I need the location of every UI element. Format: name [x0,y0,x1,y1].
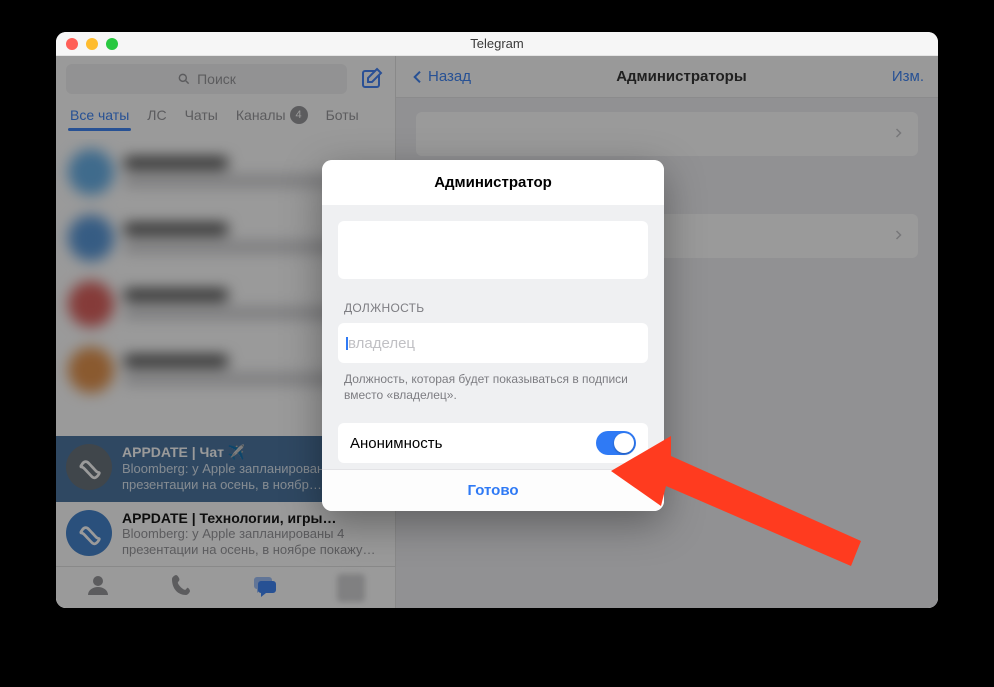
close-window-button[interactable] [66,38,78,50]
modal-title: Администратор [322,160,664,205]
anonymity-toggle[interactable] [596,431,636,455]
admin-modal: Администратор ДОЛЖНОСТЬ владелец Должнос… [322,160,664,511]
fullscreen-window-button[interactable] [106,38,118,50]
done-button[interactable]: Готово [322,469,664,511]
app-window: Telegram Поиск Все чаты ЛС Чаты Каналы 4 [56,32,938,608]
anonymity-label: Анонимность [350,435,442,452]
minimize-window-button[interactable] [86,38,98,50]
window-controls [66,38,118,50]
rank-input[interactable]: владелец [338,323,648,363]
window-title: Telegram [56,36,938,51]
anonymity-row: Анонимность [338,423,648,463]
rank-section-label: ДОЛЖНОСТЬ [344,301,642,315]
rank-input-placeholder: владелец [348,335,415,352]
rank-hint: Должность, которая будет показываться в … [338,363,648,405]
admin-user-card[interactable] [338,221,648,279]
titlebar: Telegram [56,32,938,56]
